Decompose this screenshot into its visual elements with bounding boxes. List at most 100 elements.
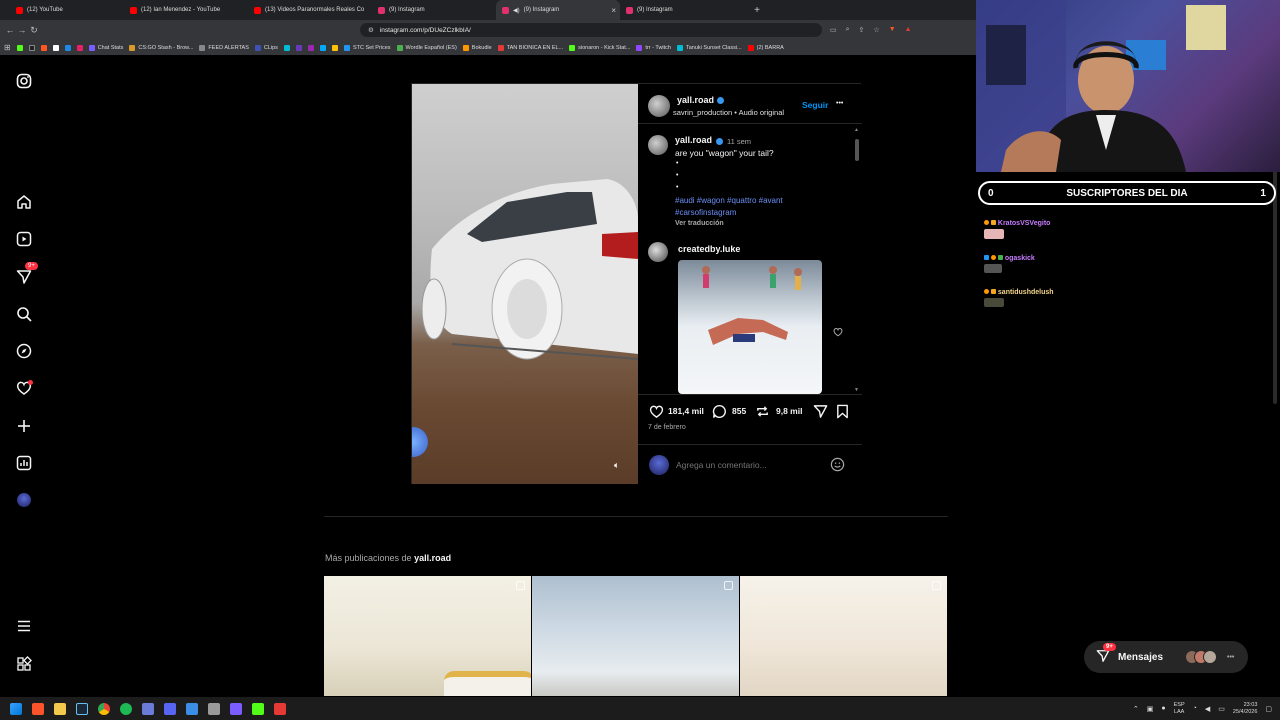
recording-icon[interactable] <box>274 702 286 715</box>
back-icon[interactable]: ← <box>4 25 16 35</box>
browser-tab[interactable]: (12) YouTube <box>0 0 124 20</box>
search-icon[interactable] <box>15 305 33 323</box>
comments-scrollbar[interactable]: ▲ ▼ <box>854 127 859 393</box>
post-thumbnail[interactable] <box>532 576 739 696</box>
caption-author[interactable]: yall.road <box>675 135 712 145</box>
reload-icon[interactable]: ↻ <box>28 25 40 36</box>
forward-icon[interactable]: → <box>16 25 28 35</box>
zoom-icon[interactable]: ⌕ <box>846 26 850 34</box>
comment-icon[interactable] <box>712 404 727 424</box>
network-icon[interactable]: ▣ <box>1147 705 1154 713</box>
likes-count[interactable]: 181,4 mil <box>668 406 704 416</box>
like-icon[interactable] <box>649 404 664 424</box>
post-thumbnail[interactable] <box>324 576 531 696</box>
bookmark-item[interactable]: (2) BARRA <box>747 44 784 51</box>
bookmark-item[interactable]: CS:GO Stash - Brow... <box>129 44 193 51</box>
more-options-icon[interactable]: ••• <box>1227 654 1234 661</box>
hashtags[interactable]: #audi #wagon #quattro #avant <box>675 196 783 205</box>
notifications-heart-icon[interactable] <box>15 379 33 397</box>
kick-icon[interactable] <box>16 44 23 51</box>
scroll-down-icon[interactable]: ▼ <box>854 387 859 393</box>
bookmark-item[interactable]: trr - Twitch <box>636 44 671 51</box>
clock[interactable]: 23:03 25/4/2026 <box>1233 702 1257 716</box>
battery-icon[interactable]: ▭ <box>1218 705 1225 713</box>
browser-tab[interactable]: (12) Ian Menendez - YouTube <box>124 0 248 20</box>
bookmark-item[interactable]: Bokudle <box>462 44 492 51</box>
reposts-count[interactable]: 9,8 mil <box>776 406 802 416</box>
chrome-icon[interactable] <box>98 702 110 715</box>
menu-icon[interactable] <box>15 617 33 635</box>
avatar[interactable] <box>648 242 668 262</box>
comments-scroll[interactable]: yall.road 11 sem are you "wagon" your ta… <box>638 125 862 395</box>
explore-icon[interactable] <box>15 342 33 360</box>
discord-icon[interactable] <box>164 702 176 715</box>
scroll-up-icon[interactable]: ▲ <box>854 127 859 133</box>
post-video[interactable]: 🔈︎ <box>412 84 638 484</box>
create-icon[interactable] <box>15 417 33 435</box>
like-comment-icon[interactable] <box>833 324 843 342</box>
bookmark-icon[interactable] <box>28 44 35 51</box>
bookmark-item[interactable]: Tanuki Sunset Classi... <box>677 44 742 51</box>
save-icon[interactable] <box>835 404 850 424</box>
bookmark-item[interactable]: Chat Stats <box>88 44 123 51</box>
translate-link[interactable]: Ver traducción <box>675 220 724 227</box>
emoji-icon[interactable] <box>830 457 845 477</box>
bookmark-icon[interactable] <box>64 44 71 51</box>
more-options-icon[interactable]: ••• <box>836 100 843 107</box>
brave-icon[interactable] <box>32 702 44 715</box>
bookmark-icon[interactable] <box>331 44 338 51</box>
close-icon[interactable]: × <box>611 6 616 15</box>
browser-tab-active[interactable]: ◀) (9) Instagram × <box>496 0 620 20</box>
more-posts-author[interactable]: yall.road <box>414 553 451 563</box>
notifications-icon[interactable]: ▢ <box>1265 705 1272 713</box>
address-bar[interactable]: ⚙ instagram.com/p/DUeZCzlkbIA/ <box>360 23 822 37</box>
post-thumbnail[interactable] <box>740 576 947 696</box>
share-icon[interactable] <box>813 404 828 424</box>
app-icon[interactable] <box>230 702 242 715</box>
kick-icon[interactable] <box>252 702 264 715</box>
spotify-icon[interactable] <box>120 702 132 715</box>
bookmark-item[interactable]: TAN BIONICA EN EL... <box>497 44 563 51</box>
rewards-icon[interactable]: ▲ <box>905 26 912 34</box>
avatar[interactable] <box>648 95 670 117</box>
apps-icon[interactable]: ⊞ <box>4 43 11 52</box>
app-icon[interactable] <box>208 702 220 715</box>
audio-line[interactable]: savrin_production • Audio original <box>673 108 784 117</box>
scroll-thumb[interactable] <box>855 139 859 161</box>
bookmark-icon[interactable] <box>319 44 326 51</box>
dashboard-icon[interactable] <box>15 454 33 472</box>
reels-icon[interactable] <box>15 230 33 248</box>
bookmark-icon[interactable] <box>307 44 314 51</box>
comment-gif[interactable] <box>678 260 822 394</box>
browser-tab[interactable]: (9) Instagram <box>620 0 744 20</box>
messages-button[interactable]: 9+ Mensajes ••• <box>1084 641 1248 673</box>
avatar[interactable] <box>648 135 668 155</box>
share-icon[interactable]: ⇪ <box>859 26 865 34</box>
bookmark-item[interactable]: CLips <box>254 44 278 51</box>
also-from-meta-icon[interactable] <box>15 655 33 673</box>
file-explorer-icon[interactable] <box>54 702 66 715</box>
site-info-icon[interactable]: ⚙ <box>368 26 374 34</box>
bookmark-item[interactable]: STC Set Prices <box>343 44 391 51</box>
bookmark-item[interactable]: sionaron - Kick Stat... <box>569 44 630 51</box>
profile-avatar-icon[interactable] <box>15 491 33 509</box>
bookmark-item[interactable]: FEED ALERTAS <box>199 44 249 51</box>
bookmark-icon[interactable] <box>76 44 83 51</box>
hashtags[interactable]: #carsofinstagram <box>675 208 736 217</box>
app-icon[interactable] <box>186 702 198 715</box>
app-icon[interactable] <box>142 702 154 715</box>
volume-icon[interactable]: 🔈︎ <box>614 460 619 471</box>
bookmark-star-icon[interactable]: ☆ <box>873 26 879 34</box>
bookmark-icon[interactable] <box>295 44 302 51</box>
direct-messages-icon[interactable]: 9+ <box>15 262 38 286</box>
brave-shield-icon[interactable]: ▼ <box>889 26 896 34</box>
windows-start-icon[interactable] <box>10 702 22 715</box>
mic-icon[interactable]: ● <box>1161 705 1165 712</box>
instagram-logo-icon[interactable] <box>15 72 33 90</box>
volume-icon[interactable]: ◀ <box>1205 705 1210 713</box>
language-indicator[interactable]: ESP LAA <box>1174 702 1185 716</box>
bookmark-item[interactable]: Wordle Español (ES) <box>396 44 457 51</box>
new-tab-button[interactable]: + <box>750 5 764 16</box>
browser-tab[interactable]: (9) Instagram <box>372 0 496 20</box>
wifi-icon[interactable]: ◔ <box>1193 705 1197 712</box>
